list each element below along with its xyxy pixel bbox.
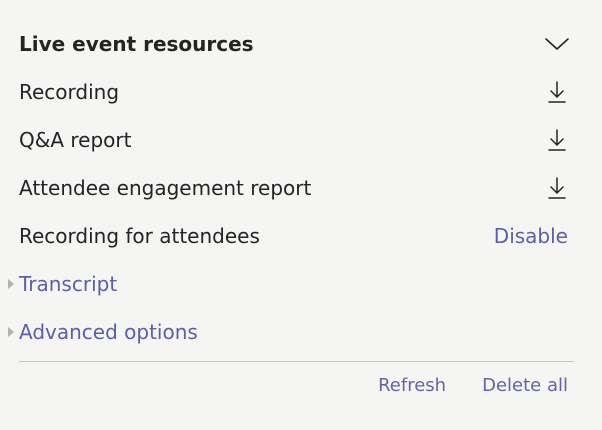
resource-label: Q&A report	[19, 128, 132, 152]
disable-recording-link[interactable]: Disable	[494, 224, 571, 248]
download-icon	[548, 129, 566, 151]
refresh-link[interactable]: Refresh	[378, 375, 446, 397]
chevron-down-icon	[545, 38, 569, 50]
resource-label: Attendee engagement report	[19, 176, 312, 200]
resource-row-recording: Recording	[19, 77, 571, 107]
divider	[19, 361, 574, 362]
download-qa-report-button[interactable]	[543, 126, 571, 154]
delete-all-link[interactable]: Delete all	[482, 375, 568, 397]
resource-row-attendee-engagement-report: Attendee engagement report	[19, 173, 571, 203]
transcript-toggle[interactable]: Transcript	[19, 269, 117, 299]
advanced-options-toggle[interactable]: Advanced options	[19, 317, 198, 347]
triangle-right-icon[interactable]	[6, 317, 16, 347]
collapse-button[interactable]	[543, 30, 571, 58]
download-attendee-engagement-report-button[interactable]	[543, 174, 571, 202]
resource-row-qa-report: Q&A report	[19, 125, 571, 155]
resource-label: Recording	[19, 80, 120, 104]
footer-actions: Refresh Delete all	[378, 372, 568, 400]
panel-header: Live event resources	[19, 29, 571, 59]
live-event-resources-panel: Live event resources Recording Q&A repor…	[0, 0, 602, 430]
download-recording-button[interactable]	[543, 78, 571, 106]
triangle-right-icon[interactable]	[6, 269, 16, 299]
recording-for-attendees-label: Recording for attendees	[19, 224, 260, 248]
download-icon	[548, 81, 566, 103]
panel-title: Live event resources	[19, 32, 254, 56]
recording-for-attendees-row: Recording for attendees Disable	[19, 221, 571, 251]
download-icon	[548, 177, 566, 199]
